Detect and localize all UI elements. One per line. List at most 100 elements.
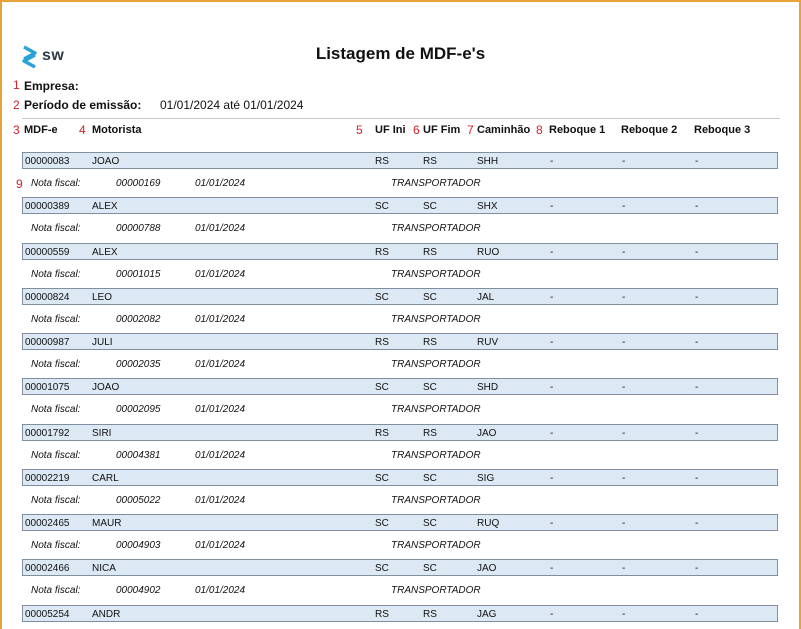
row-mdfe: 00002465 — [25, 518, 70, 529]
row-caminhao: RUQ — [477, 518, 500, 529]
row-uf-ini: RS — [375, 156, 389, 167]
row-caminhao: JAG — [477, 609, 497, 620]
nota-fiscal-label: Nota fiscal: — [31, 495, 81, 506]
row-caminhao: JAL — [477, 292, 495, 303]
row-uf-ini: RS — [375, 337, 389, 348]
row-reboque2: - — [622, 428, 626, 439]
row-uf-fim: SC — [423, 473, 437, 484]
row-mdfe: 00002219 — [25, 473, 70, 484]
row-mdfe: 00000389 — [25, 201, 70, 212]
col-header-uf-fim: UF Fim — [423, 124, 461, 136]
row-reboque1: - — [550, 428, 554, 439]
row-mdfe: 00001792 — [25, 428, 70, 439]
row-reboque2: - — [622, 292, 626, 303]
table-row: 00001075 JOAO SC SC SHD - - - — [22, 378, 778, 395]
nota-fiscal-role: TRANSPORTADOR — [391, 450, 481, 461]
row-uf-fim: RS — [423, 609, 437, 620]
row-motorista: ALEX — [92, 201, 118, 212]
row-mdfe: 00005254 — [25, 609, 70, 620]
row-reboque2: - — [622, 337, 626, 348]
nota-fiscal-number: 00000169 — [116, 178, 161, 189]
row-motorista: ALEX — [92, 247, 118, 258]
report-title: Listagem de MDF-e's — [315, 44, 486, 63]
table-row: 00000824 LEO SC SC JAL - - - — [22, 288, 778, 305]
row-caminhao: SHX — [477, 201, 498, 212]
nota-fiscal-label: Nota fiscal: — [31, 540, 81, 551]
marker-2: 2 — [13, 98, 20, 112]
marker-7: 7 — [467, 123, 474, 137]
window-border-top — [0, 0, 801, 2]
col-header-mdfe: MDF-e — [24, 124, 58, 136]
nota-fiscal-label: Nota fiscal: — [31, 223, 81, 234]
window-border-left — [0, 0, 2, 629]
nota-fiscal-number: 00000788 — [116, 223, 161, 234]
table-row: 00002219 CARL SC SC SIG - - - — [22, 469, 778, 486]
row-uf-fim: RS — [423, 247, 437, 258]
col-header-reboque1: Reboque 1 — [549, 124, 606, 136]
row-reboque1: - — [550, 247, 554, 258]
row-uf-ini: SC — [375, 518, 389, 529]
nota-fiscal-role: TRANSPORTADOR — [391, 359, 481, 370]
row-reboque3: - — [695, 382, 699, 393]
row-uf-fim: RS — [423, 428, 437, 439]
nota-fiscal-date: 01/01/2024 — [195, 540, 246, 551]
row-uf-fim: SC — [423, 201, 437, 212]
nota-fiscal-role: TRANSPORTADOR — [391, 540, 481, 551]
table-row: 00005254 ANDR RS RS JAG - - - — [22, 605, 778, 622]
row-reboque1: - — [550, 473, 554, 484]
nota-fiscal-role: TRANSPORTADOR — [391, 269, 481, 280]
row-reboque1: - — [550, 609, 554, 620]
nota-fiscal-date: 01/01/2024 — [195, 223, 246, 234]
row-reboque1: - — [550, 201, 554, 212]
nota-fiscal-date: 01/01/2024 — [195, 314, 246, 325]
nota-fiscal-role: TRANSPORTADOR — [391, 314, 481, 325]
row-reboque1: - — [550, 382, 554, 393]
row-mdfe: 00000559 — [25, 247, 70, 258]
row-caminhao: SHD — [477, 382, 499, 393]
col-header-uf-ini: UF Ini — [375, 124, 406, 136]
row-caminhao: RUO — [477, 247, 500, 258]
marker-3: 3 — [13, 123, 20, 137]
nota-fiscal-number: 00002035 — [116, 359, 161, 370]
row-reboque3: - — [695, 518, 699, 529]
row-reboque3: - — [695, 563, 699, 574]
nota-fiscal-number: 00004902 — [116, 585, 161, 596]
row-caminhao: SIG — [477, 473, 495, 484]
row-uf-fim: SC — [423, 292, 437, 303]
nota-fiscal-date: 01/01/2024 — [195, 359, 246, 370]
nota-fiscal-number: 00002095 — [116, 404, 161, 415]
nota-fiscal-label: Nota fiscal: — [31, 359, 81, 370]
col-header-reboque2: Reboque 2 — [621, 124, 678, 136]
table-row: 00002465 MAUR SC SC RUQ - - - — [22, 514, 778, 531]
nota-fiscal-number: 00004903 — [116, 540, 161, 551]
nota-fiscal-label: Nota fiscal: — [31, 314, 81, 325]
empresa-label: Empresa: — [24, 79, 79, 93]
row-reboque3: - — [695, 247, 699, 258]
nota-fiscal-date: 01/01/2024 — [195, 178, 246, 189]
nota-fiscal-role: TRANSPORTADOR — [391, 178, 481, 189]
nota-fiscal-label: Nota fiscal: — [31, 585, 81, 596]
marker-6: 6 — [413, 123, 420, 137]
row-reboque3: - — [695, 337, 699, 348]
nota-fiscal-label: Nota fiscal: — [31, 404, 81, 415]
row-reboque2: - — [622, 473, 626, 484]
row-motorista: ANDR — [92, 609, 121, 620]
row-reboque1: - — [550, 156, 554, 167]
nota-fiscal-date: 01/01/2024 — [195, 585, 246, 596]
row-caminhao: RUV — [477, 337, 499, 348]
nota-fiscal-date: 01/01/2024 — [195, 404, 246, 415]
row-mdfe: 00000987 — [25, 337, 70, 348]
row-mdfe: 00000083 — [25, 156, 70, 167]
nota-fiscal-role: TRANSPORTADOR — [391, 585, 481, 596]
row-reboque3: - — [695, 292, 699, 303]
row-reboque2: - — [622, 609, 626, 620]
table-row: 00000389 ALEX SC SC SHX - - - — [22, 197, 778, 214]
row-uf-fim: SC — [423, 382, 437, 393]
row-uf-ini: RS — [375, 247, 389, 258]
row-reboque1: - — [550, 337, 554, 348]
nota-fiscal-number: 00004381 — [116, 450, 161, 461]
row-uf-ini: RS — [375, 609, 389, 620]
col-header-caminhao: Caminhão — [477, 124, 531, 136]
row-uf-ini: SC — [375, 201, 389, 212]
nota-fiscal-number: 00001015 — [116, 269, 161, 280]
